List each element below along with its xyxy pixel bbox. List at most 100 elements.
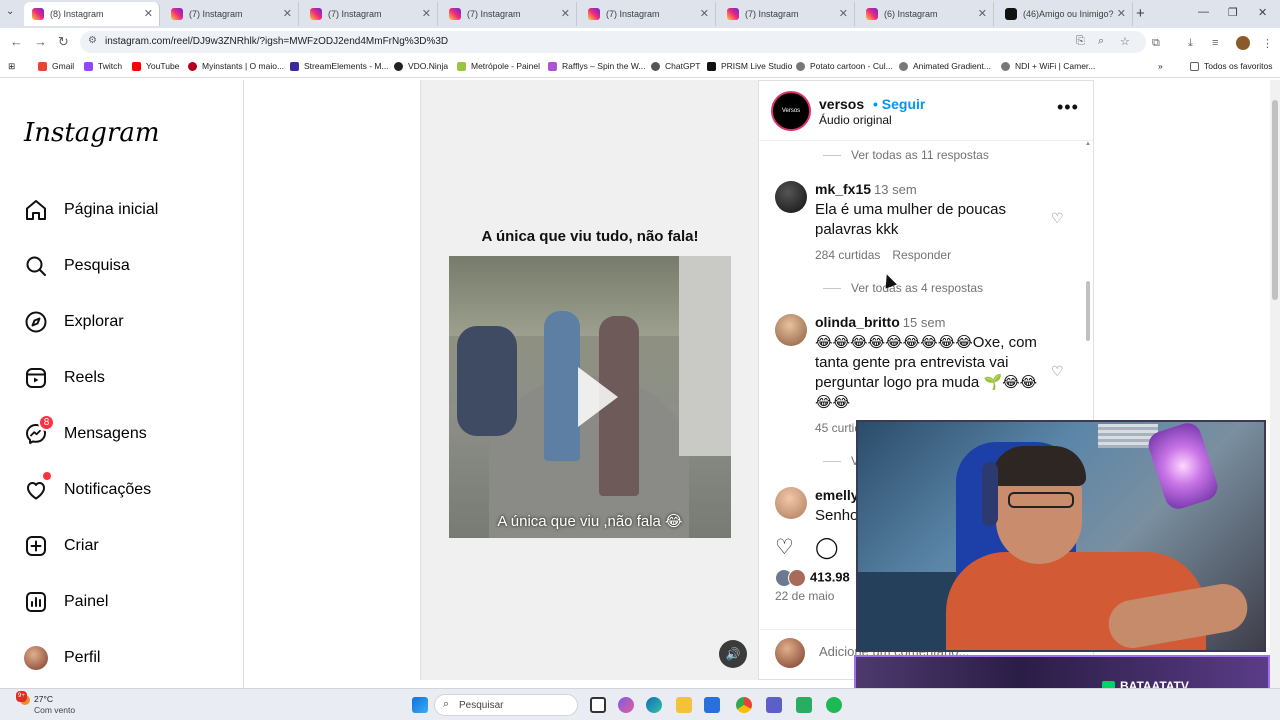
minimize-icon[interactable]: — [1198, 6, 1209, 18]
scroll-up-icon[interactable]: ▲ [1085, 141, 1091, 147]
close-tab-icon[interactable]: ✕ [283, 7, 292, 20]
close-tab-icon[interactable]: ✕ [561, 7, 570, 20]
teams-icon[interactable] [766, 697, 782, 713]
browser-tab[interactable]: (7) Instagram ✕ [163, 2, 299, 26]
apps-icon[interactable]: ⊞ [8, 61, 15, 72]
comment-avatar[interactable] [775, 487, 807, 519]
like-heart-icon[interactable]: ♡ [775, 535, 794, 560]
comment-likes[interactable]: 284 curtidas [815, 248, 880, 262]
browser-tab[interactable]: (7) Instagram ✕ [302, 2, 438, 26]
site-info-icon[interactable]: ⚙ [88, 35, 97, 46]
bookmark-star-icon[interactable]: ☆ [1120, 35, 1130, 48]
playlist-icon[interactable]: ≡ [1212, 37, 1218, 49]
back-icon[interactable]: ← [10, 34, 23, 49]
zoom-icon[interactable]: ⌕ [1098, 35, 1104, 48]
reel-viewer[interactable]: A única que viu tudo, não fala! A única … [420, 80, 758, 680]
address-bar[interactable]: ⚙ instagram.com/reel/DJ9w3ZNRhlk/?igsh=M… [80, 31, 1146, 53]
page-scrollbar[interactable] [1270, 80, 1280, 688]
task-view-icon[interactable] [590, 697, 606, 713]
like-comment-heart-icon[interactable]: ♡ [1051, 363, 1064, 380]
profile-avatar[interactable] [1236, 36, 1250, 50]
browser-tab[interactable]: (7) Instagram ✕ [580, 2, 716, 26]
comments-scroll-thumb[interactable] [1086, 281, 1090, 341]
new-tab-icon[interactable]: + [1136, 5, 1145, 22]
comment-user[interactable]: mk_fx15 [815, 181, 871, 197]
like-comment-heart-icon[interactable]: ♡ [1051, 210, 1064, 227]
chrome-icon[interactable] [736, 697, 752, 713]
taskbar-search[interactable]: ⌕ Pesquisar [434, 694, 578, 716]
bookmark-item[interactable]: YouTube [132, 61, 179, 71]
app-icon[interactable] [796, 697, 812, 713]
bookmark-item[interactable]: Myinstants | O maio... [188, 61, 284, 71]
comment-user[interactable]: emelly [815, 487, 859, 503]
follow-button[interactable]: • Seguir [873, 96, 925, 112]
download-icon[interactable]: ⤓ [1188, 37, 1193, 50]
browser-tab[interactable]: (7) Instagram ✕ [719, 2, 855, 26]
nav-profile[interactable]: Perfil [24, 643, 100, 673]
menu-dots-icon[interactable]: ⋮ [1262, 37, 1273, 50]
close-tab-icon[interactable]: ✕ [700, 7, 709, 20]
bookmark-item[interactable]: PRISM Live Studio [707, 61, 792, 71]
bookmark-item[interactable]: VDO.Ninja [394, 61, 448, 71]
edge-icon[interactable] [646, 697, 662, 713]
audio-label[interactable]: Áudio original [819, 113, 892, 127]
browser-tab[interactable]: (46)Amigo ou Inimigo? ✕ [997, 2, 1133, 26]
like-count[interactable]: 413.98 [775, 569, 850, 587]
store-icon[interactable] [704, 697, 720, 713]
close-tab-icon[interactable]: ✕ [422, 7, 431, 20]
browser-tab[interactable]: (6) Instagram ✕ [858, 2, 994, 26]
nav-notifications[interactable]: Notificações [24, 472, 151, 505]
view-replies[interactable]: Ver todas as 4 respostas [823, 281, 983, 295]
extensions-icon[interactable]: ⧉ [1152, 37, 1160, 50]
spotify-icon[interactable] [826, 697, 842, 713]
file-explorer-icon[interactable] [676, 697, 692, 713]
url-text[interactable]: instagram.com/reel/DJ9w3ZNRhlk/?igsh=MWF… [105, 36, 448, 47]
reel-video[interactable]: A única que viu ,não fala 😂 [449, 256, 731, 538]
author-avatar[interactable]: Versos [771, 91, 811, 131]
bookmark-item[interactable]: ChatGPT [651, 61, 700, 71]
bookmark-item[interactable]: Rafflys – Spin the W... [548, 61, 645, 71]
forward-icon[interactable]: → [34, 34, 47, 49]
comment-user[interactable]: olinda_britto [815, 314, 900, 330]
instagram-logo[interactable]: Instagram [24, 118, 160, 148]
all-bookmarks[interactable]: Todos os favoritos [1190, 61, 1273, 71]
reload-icon[interactable]: ↻ [58, 34, 69, 50]
nav-search[interactable]: Pesquisa [24, 251, 130, 281]
close-tab-icon[interactable]: ✕ [1117, 7, 1126, 20]
comment-avatar[interactable] [775, 181, 807, 213]
play-icon[interactable] [578, 367, 618, 427]
tab-search-icon[interactable]: ⌄ [6, 6, 14, 17]
copilot-icon[interactable] [618, 697, 634, 713]
reply-button[interactable]: Responder [892, 248, 951, 262]
weather-widget[interactable]: 27°C Com vento 9+ [16, 691, 75, 716]
nav-dashboard[interactable]: Painel [24, 587, 108, 617]
author-name[interactable]: versos [819, 96, 864, 112]
close-tab-icon[interactable]: ✕ [144, 7, 153, 20]
nav-home[interactable]: Página inicial [24, 195, 158, 225]
close-window-icon[interactable]: ✕ [1258, 6, 1267, 19]
browser-tab[interactable]: (8) Instagram ✕ [24, 2, 160, 26]
maximize-icon[interactable]: ❐ [1228, 6, 1238, 19]
page-scroll-thumb[interactable] [1272, 100, 1278, 300]
bookmark-item[interactable]: StreamElements - M... [290, 61, 389, 71]
bookmark-item[interactable]: Metrópole - Painel [457, 61, 540, 71]
more-bookmarks-icon[interactable]: » [1158, 61, 1163, 71]
more-options-icon[interactable]: ••• [1057, 97, 1079, 118]
close-tab-icon[interactable]: ✕ [978, 7, 987, 20]
browser-tab[interactable]: (7) Instagram ✕ [441, 2, 577, 26]
comment-avatar[interactable] [775, 314, 807, 346]
nav-explore[interactable]: Explorar [24, 307, 124, 337]
nav-reels[interactable]: Reels [24, 363, 105, 393]
install-app-icon[interactable]: ⎘ [1076, 35, 1085, 48]
nav-create[interactable]: Criar [24, 531, 99, 561]
bookmark-item[interactable]: Animated Gradient... [899, 61, 991, 71]
close-tab-icon[interactable]: ✕ [839, 7, 848, 20]
bookmark-item[interactable]: NDI + WiFi | Camer... [1001, 61, 1095, 71]
bookmark-item[interactable]: Gmail [38, 61, 74, 71]
volume-icon[interactable]: 🔊 [719, 640, 747, 668]
comment-bubble-icon[interactable]: ◯ [815, 535, 839, 560]
bookmark-item[interactable]: Potato cartoon - Cul... [796, 61, 893, 71]
windows-start-icon[interactable] [412, 697, 428, 713]
bookmark-item[interactable]: Twitch [84, 61, 122, 71]
view-replies[interactable]: Ver todas as 11 respostas [823, 148, 989, 162]
